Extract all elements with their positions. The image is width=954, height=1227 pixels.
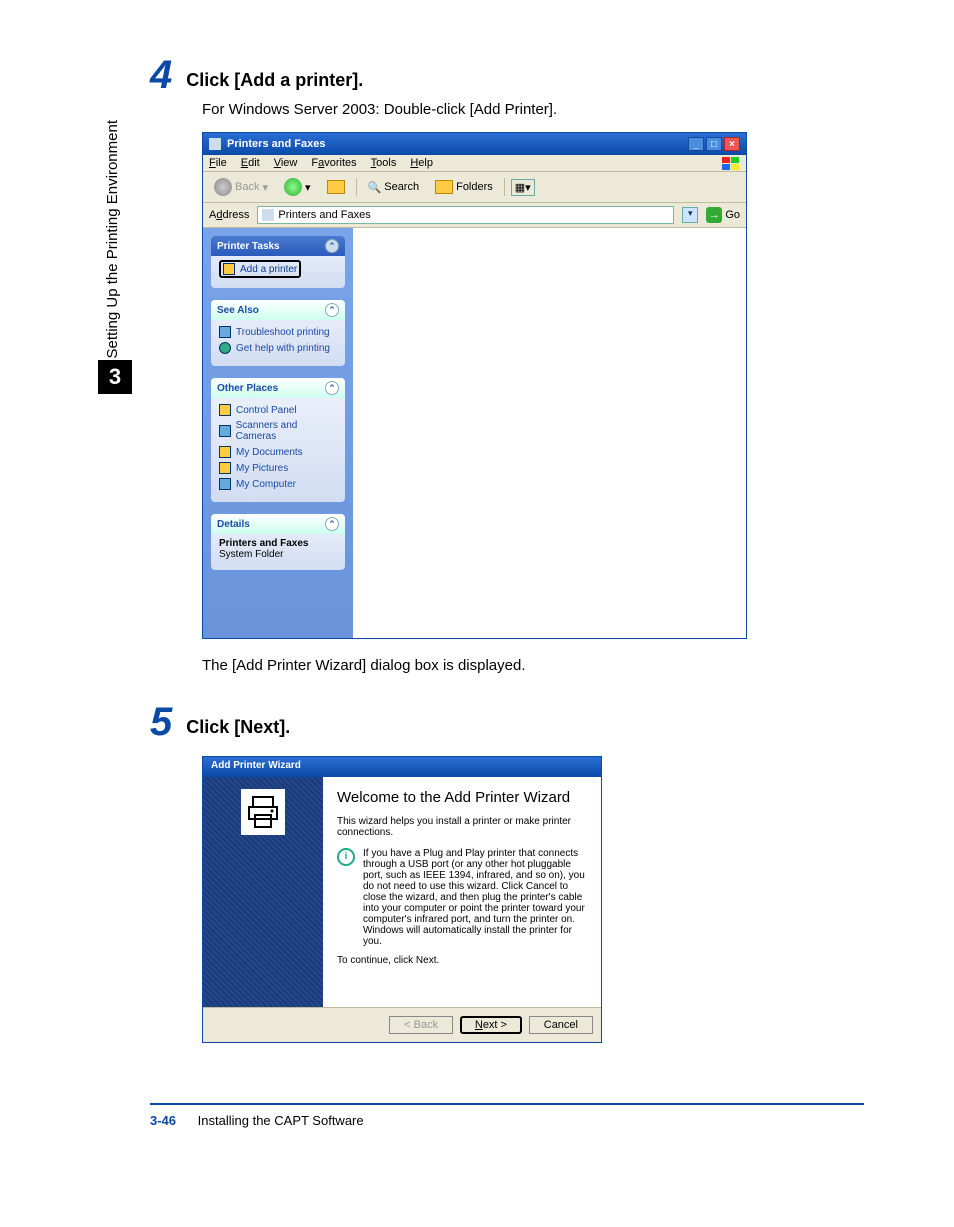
forward-icon bbox=[284, 178, 302, 196]
scanner-icon bbox=[219, 425, 231, 437]
up-folder-icon bbox=[327, 180, 345, 194]
collapse-icon[interactable]: ⌃ bbox=[325, 239, 339, 253]
address-label: Address bbox=[209, 209, 249, 221]
menu-favorites[interactable]: Favorites bbox=[311, 157, 356, 169]
computer-icon bbox=[219, 478, 231, 490]
forward-button[interactable]: ▾ bbox=[279, 176, 316, 198]
my-documents-link[interactable]: My Documents bbox=[219, 444, 337, 460]
wizard-main: Welcome to the Add Printer Wizard This w… bbox=[323, 777, 601, 1007]
collapse-icon[interactable]: ⌃ bbox=[325, 517, 339, 531]
back-button: < Back bbox=[389, 1016, 453, 1034]
step-4-title: Click [Add a printer]. bbox=[186, 70, 363, 91]
wizard-info-text: If you have a Plug and Play printer that… bbox=[363, 848, 587, 947]
page-number: 3-46 bbox=[150, 1113, 176, 1128]
wizard-sidebar bbox=[203, 777, 323, 1007]
minimize-button[interactable]: _ bbox=[688, 137, 704, 151]
folder-icon bbox=[219, 462, 231, 474]
page-footer: 3-46 Installing the CAPT Software bbox=[150, 1103, 864, 1128]
wizard-footer: < Back Next > Cancel bbox=[203, 1007, 601, 1042]
back-icon bbox=[214, 178, 232, 196]
address-field[interactable]: Printers and Faxes bbox=[257, 206, 674, 224]
step-number-5: 5 bbox=[150, 702, 172, 742]
menu-help[interactable]: Help bbox=[410, 157, 433, 169]
toolbar: Back ▾ ▾ 🔍 Search Folders ▦▾ bbox=[203, 172, 746, 203]
details-type: System Folder bbox=[219, 549, 337, 560]
menu-file[interactable]: File bbox=[209, 157, 227, 169]
next-button[interactable]: Next > bbox=[460, 1016, 522, 1034]
folders-icon bbox=[435, 180, 453, 194]
troubleshoot-link[interactable]: Troubleshoot printing bbox=[219, 324, 337, 340]
page-content: 4 Click [Add a printer]. For Windows Ser… bbox=[0, 0, 954, 1158]
details-title: Printers and Faxes bbox=[219, 538, 337, 549]
folders-button[interactable]: Folders bbox=[430, 178, 498, 196]
see-also-panel: See Also ⌃ Troubleshoot printing Get hel… bbox=[211, 300, 345, 366]
collapse-icon[interactable]: ⌃ bbox=[325, 303, 339, 317]
step-5-header: 5 Click [Next]. bbox=[150, 702, 864, 742]
printer-icon bbox=[247, 795, 279, 829]
wizard-intro: This wizard helps you install a printer … bbox=[337, 816, 587, 838]
task-pane: Printer Tasks ⌃ Add a printer See bbox=[203, 228, 353, 638]
my-computer-link[interactable]: My Computer bbox=[219, 476, 337, 492]
scanners-link[interactable]: Scanners and Cameras bbox=[219, 418, 337, 444]
address-value: Printers and Faxes bbox=[278, 209, 370, 221]
menubar: File Edit View Favorites Tools Help bbox=[203, 155, 746, 172]
address-bar: Address Printers and Faxes ▾ → Go bbox=[203, 203, 746, 228]
step-4-result: The [Add Printer Wizard] dialog box is d… bbox=[202, 657, 864, 674]
printer-tasks-panel: Printer Tasks ⌃ Add a printer bbox=[211, 236, 345, 288]
details-header: Details bbox=[217, 519, 250, 530]
printers-faxes-window: Printers and Faxes _ □ × File Edit View … bbox=[202, 132, 747, 639]
control-panel-link[interactable]: Control Panel bbox=[219, 402, 337, 418]
step-4-header: 4 Click [Add a printer]. bbox=[150, 55, 864, 95]
add-printer-wizard: Add Printer Wizard Welcome to the Add Pr… bbox=[202, 756, 602, 1043]
step-5-title: Click [Next]. bbox=[186, 717, 290, 738]
folder-icon bbox=[219, 404, 231, 416]
help-icon bbox=[219, 326, 231, 338]
go-arrow-icon: → bbox=[706, 207, 722, 223]
up-button[interactable] bbox=[322, 178, 350, 196]
address-dropdown[interactable]: ▾ bbox=[682, 207, 698, 223]
menu-edit[interactable]: Edit bbox=[241, 157, 260, 169]
footer-section: Installing the CAPT Software bbox=[198, 1113, 364, 1128]
see-also-header: See Also bbox=[217, 305, 259, 316]
window-title: Printers and Faxes bbox=[227, 138, 325, 150]
collapse-icon[interactable]: ⌃ bbox=[325, 381, 339, 395]
back-button[interactable]: Back ▾ bbox=[209, 176, 273, 198]
printer-tasks-header: Printer Tasks bbox=[217, 241, 280, 252]
cancel-button[interactable]: Cancel bbox=[529, 1016, 593, 1034]
maximize-button[interactable]: □ bbox=[706, 137, 722, 151]
address-icon bbox=[262, 209, 274, 221]
close-button[interactable]: × bbox=[724, 137, 740, 151]
windows-flag-icon bbox=[722, 157, 740, 171]
my-pictures-link[interactable]: My Pictures bbox=[219, 460, 337, 476]
printers-window-icon bbox=[209, 138, 221, 150]
step-number-4: 4 bbox=[150, 55, 172, 95]
menu-view[interactable]: View bbox=[274, 157, 298, 169]
menu-tools[interactable]: Tools bbox=[371, 157, 397, 169]
add-printer-icon bbox=[223, 263, 235, 275]
go-button[interactable]: → Go bbox=[706, 207, 740, 223]
get-help-link[interactable]: Get help with printing bbox=[219, 340, 337, 356]
other-places-panel: Other Places ⌃ Control Panel Scanners an… bbox=[211, 378, 345, 502]
wizard-titlebar[interactable]: Add Printer Wizard bbox=[203, 757, 601, 777]
window-titlebar[interactable]: Printers and Faxes _ □ × bbox=[203, 133, 746, 155]
wizard-continue: To continue, click Next. bbox=[337, 955, 587, 966]
content-area bbox=[353, 228, 746, 638]
step-4-sub: For Windows Server 2003: Double-click [A… bbox=[202, 101, 864, 118]
wizard-heading: Welcome to the Add Printer Wizard bbox=[337, 789, 587, 806]
folder-icon bbox=[219, 446, 231, 458]
search-button[interactable]: 🔍 Search bbox=[363, 179, 425, 196]
other-places-header: Other Places bbox=[217, 383, 278, 394]
info-icon: i bbox=[337, 848, 355, 866]
help-icon bbox=[219, 342, 231, 354]
details-panel: Details ⌃ Printers and Faxes System Fold… bbox=[211, 514, 345, 570]
views-button[interactable]: ▦▾ bbox=[511, 179, 535, 196]
add-printer-link[interactable]: Add a printer bbox=[219, 260, 301, 278]
